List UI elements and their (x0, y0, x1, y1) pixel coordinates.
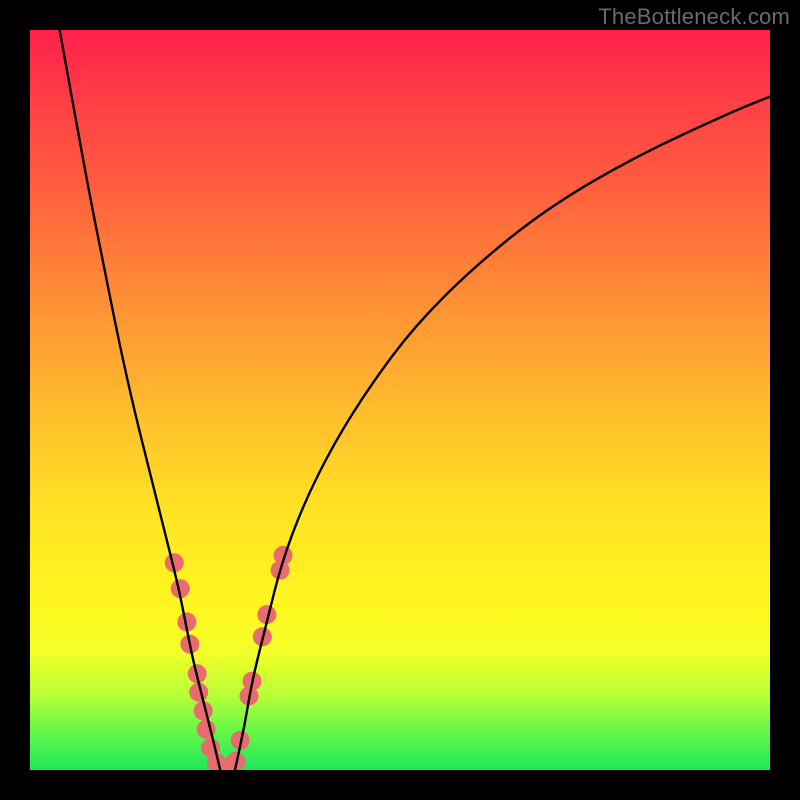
curve-right-branch (235, 97, 770, 770)
outer-frame: TheBottleneck.com (0, 0, 800, 800)
chart-svg (30, 30, 770, 770)
watermark-text: TheBottleneck.com (598, 4, 790, 30)
curve-left-branch (60, 30, 221, 770)
marker-layer (165, 546, 293, 770)
plot-area (30, 30, 770, 770)
